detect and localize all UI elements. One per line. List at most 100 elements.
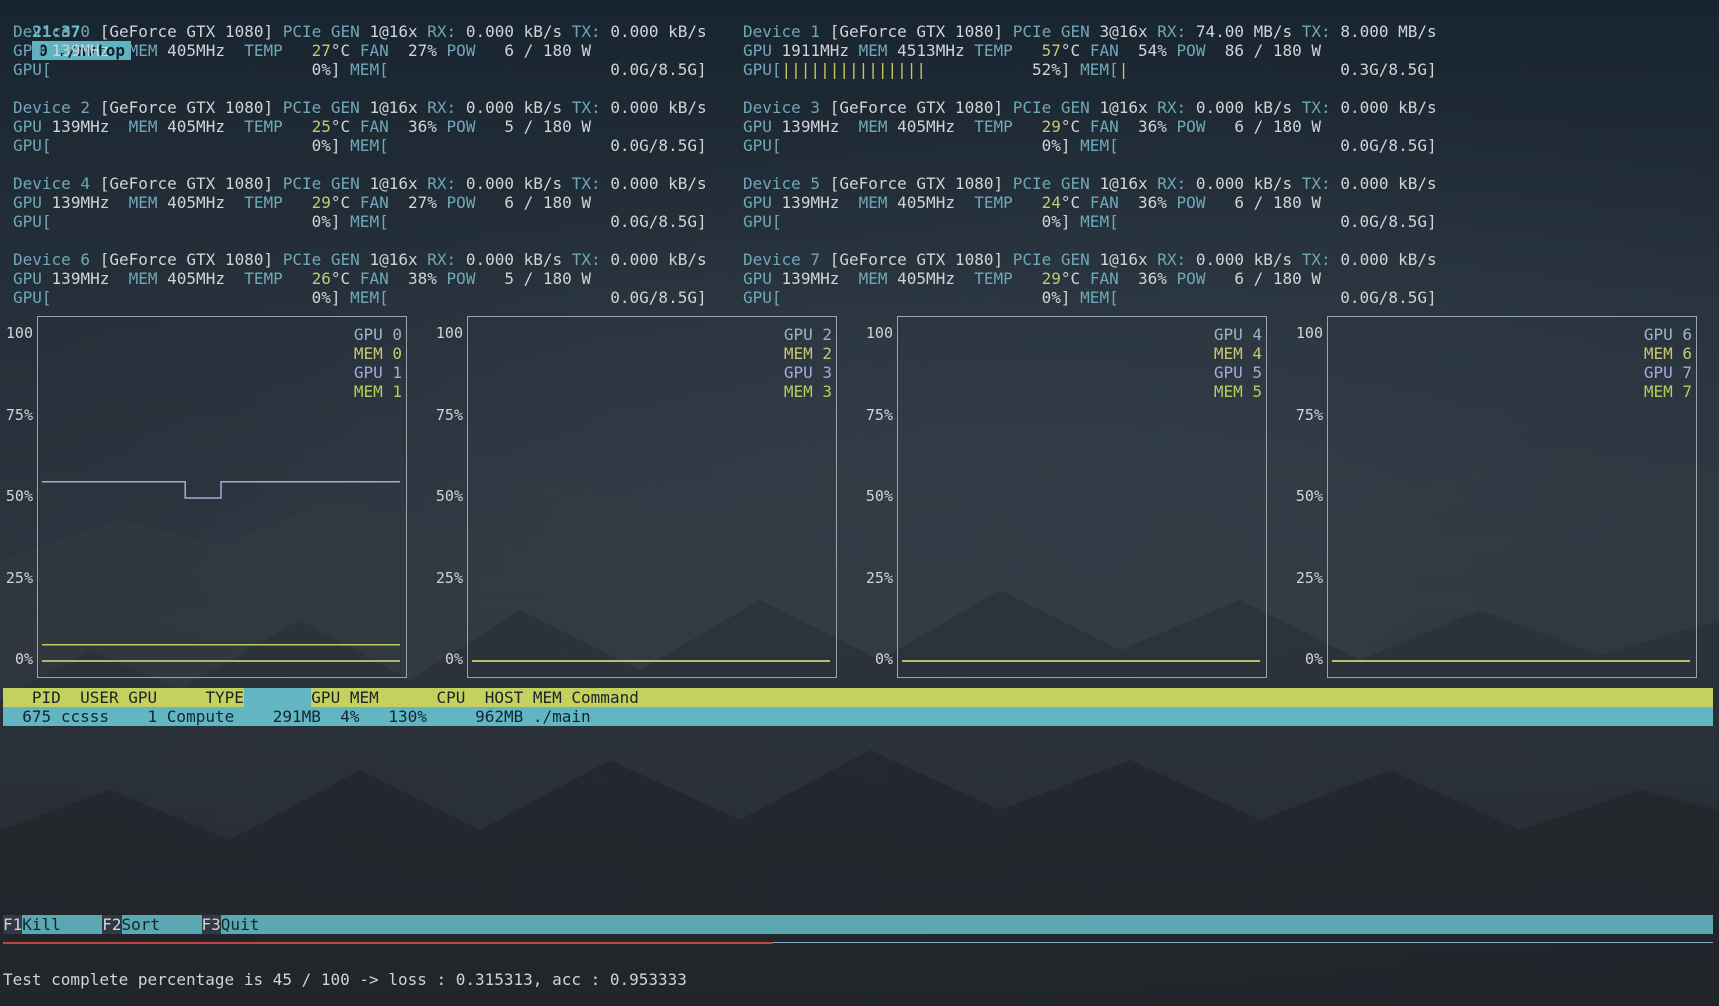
power-label: POW bbox=[446, 269, 476, 288]
temperature: 24 bbox=[1022, 193, 1061, 212]
power-draw: 5 / 180 W bbox=[485, 269, 592, 288]
gpu-util-bar-open: GPU[ bbox=[743, 212, 782, 231]
col-pid[interactable] bbox=[3, 688, 32, 707]
gpu-util-bar bbox=[782, 136, 1042, 155]
device-name: Device 5 bbox=[743, 174, 821, 193]
gpu-util-bar bbox=[782, 288, 1042, 307]
col-gpu[interactable]: GPU bbox=[128, 688, 157, 707]
mem-bar-open: MEM[ bbox=[350, 288, 389, 307]
graph-plot bbox=[1332, 660, 1690, 662]
device-stats-5: GPU 139MHz MEM 405MHz TEMP 24°C FAN 36% … bbox=[743, 193, 1321, 212]
device-model: [GeForce GTX 1080] bbox=[99, 22, 274, 41]
pcie-gen: 1@16x bbox=[1099, 250, 1148, 269]
row-type: Compute bbox=[166, 707, 235, 726]
mem-clock: 405MHz bbox=[167, 269, 245, 288]
device-model: [GeForce GTX 1080] bbox=[829, 174, 1004, 193]
mem-clock: 405MHz bbox=[897, 269, 975, 288]
fan-speed: 36% bbox=[398, 117, 437, 136]
function-key-bar: F1Kill F2Sort F3Quit bbox=[3, 915, 1713, 934]
gpu-clock: 139MHz bbox=[51, 193, 129, 212]
mem-util-bar bbox=[389, 288, 611, 307]
rx-rate: 0.000 kB/s bbox=[1195, 98, 1293, 117]
kill-button[interactable]: Kill bbox=[22, 915, 102, 934]
pcie-label: PCIe bbox=[1012, 174, 1052, 193]
legend-entry: MEM 0 bbox=[353, 344, 402, 363]
rx-label: RX: bbox=[427, 250, 457, 269]
device-stats-6: GPU 139MHz MEM 405MHz TEMP 26°C FAN 38% … bbox=[13, 269, 591, 288]
gpu-util-bar bbox=[52, 60, 312, 79]
y-tick-label: 25% bbox=[1295, 568, 1323, 587]
col-type[interactable]: TYPE bbox=[205, 688, 244, 707]
pcie-label: PCIe bbox=[282, 250, 322, 269]
y-tick-label: 0% bbox=[1304, 650, 1323, 668]
rx-rate: 0.000 kB/s bbox=[465, 174, 563, 193]
progress-bar-fill bbox=[3, 942, 773, 944]
col-command[interactable]: Command bbox=[571, 688, 638, 707]
mem-clock-label: MEM bbox=[128, 117, 158, 136]
gpu-util-bar: ||||||||||||||| bbox=[781, 60, 1032, 79]
mem-util-bar bbox=[389, 60, 611, 79]
col-pid-label[interactable]: PID bbox=[32, 688, 61, 707]
tx-label: TX: bbox=[1301, 250, 1331, 269]
legend-entry: GPU 1 bbox=[353, 363, 402, 382]
mem-used: 0.0G/8.5G] bbox=[1340, 136, 1437, 155]
device-model: [GeForce GTX 1080] bbox=[829, 98, 1004, 117]
table-row[interactable]: 675 ccsss 1 Compute 291MB 4% 130% 962MB … bbox=[3, 707, 1713, 726]
tx-label: TX: bbox=[571, 22, 601, 41]
temperature: 29 bbox=[1022, 269, 1061, 288]
mem-util-bar bbox=[1119, 288, 1341, 307]
device-header-6: Device 6 [GeForce GTX 1080] PCIe GEN 1@1… bbox=[13, 250, 707, 269]
device-header-5: Device 5 [GeForce GTX 1080] PCIe GEN 1@1… bbox=[743, 174, 1437, 193]
device-bars-3: GPU[ 0%] MEM[ 0.0G/8.5G] bbox=[743, 136, 1437, 155]
device-name: Device 1 bbox=[743, 22, 821, 41]
fan-speed: 36% bbox=[1128, 193, 1167, 212]
pcie-label: PCIe bbox=[282, 98, 322, 117]
device-header-7: Device 7 [GeForce GTX 1080] PCIe GEN 1@1… bbox=[743, 250, 1437, 269]
tx-rate: 0.000 kB/s bbox=[1340, 250, 1437, 269]
quit-button[interactable]: Quit bbox=[221, 915, 260, 934]
col-host-mem[interactable]: HOST MEM bbox=[485, 688, 562, 707]
device-bars-5: GPU[ 0%] MEM[ 0.0G/8.5G] bbox=[743, 212, 1437, 231]
legend-entry: MEM 1 bbox=[353, 382, 402, 401]
row-gpu-mem-pct: 4% bbox=[340, 707, 360, 726]
gpu-util-bar-open: GPU[ bbox=[743, 288, 782, 307]
degc-unit: °C bbox=[1060, 117, 1081, 136]
fan-speed: 27% bbox=[398, 41, 437, 60]
col-gpu-mem[interactable]: GPU MEM bbox=[311, 688, 378, 707]
power-draw: 6 / 180 W bbox=[1215, 193, 1322, 212]
y-tick-label: 0% bbox=[14, 650, 33, 668]
utilization-graph-1: GPU 2 MEM 2 GPU 3 MEM 3 bbox=[467, 316, 837, 678]
power-label: POW bbox=[1176, 269, 1206, 288]
row-command: ./main bbox=[532, 707, 591, 726]
y-tick-label: 25% bbox=[5, 568, 33, 587]
sort-button[interactable]: Sort bbox=[122, 915, 202, 934]
tx-rate: 0.000 kB/s bbox=[610, 98, 707, 117]
legend-entry: MEM 6 bbox=[1643, 344, 1692, 363]
device-bars-2: GPU[ 0%] MEM[ 0.0G/8.5G] bbox=[13, 136, 707, 155]
gpu-util-bar-open: GPU[ bbox=[743, 60, 782, 79]
degc-unit: °C bbox=[1060, 41, 1081, 60]
gpu-util-bar bbox=[52, 288, 312, 307]
rx-rate: 0.000 kB/s bbox=[465, 250, 563, 269]
col-user[interactable]: USER bbox=[80, 688, 119, 707]
mem-clock: 4513MHz bbox=[897, 41, 975, 60]
rx-rate: 0.000 kB/s bbox=[1195, 250, 1293, 269]
device-model: [GeForce GTX 1080] bbox=[99, 174, 274, 193]
gpu-clock-label: GPU bbox=[743, 269, 772, 288]
device-model: [GeForce GTX 1080] bbox=[99, 98, 274, 117]
mem-bar-open: MEM[ bbox=[1080, 60, 1119, 79]
gpu-util-bar-open: GPU[ bbox=[13, 212, 52, 231]
f1-key: F1 bbox=[3, 915, 23, 934]
tx-label: TX: bbox=[571, 174, 601, 193]
gpu-clock: 139MHz bbox=[51, 269, 129, 288]
device-stats-7: GPU 139MHz MEM 405MHz TEMP 29°C FAN 36% … bbox=[743, 269, 1321, 288]
device-stats-0: GPU 139MHz MEM 405MHz TEMP 27°C FAN 27% … bbox=[13, 41, 591, 60]
rx-label: RX: bbox=[427, 98, 457, 117]
fan-label: FAN bbox=[359, 117, 389, 136]
y-tick-label: 100 bbox=[5, 324, 33, 342]
fan-label: FAN bbox=[1089, 193, 1119, 212]
gpu-clock: 139MHz bbox=[781, 193, 859, 212]
col-cpu[interactable]: CPU bbox=[437, 688, 466, 707]
legend-entry: MEM 4 bbox=[1213, 344, 1262, 363]
legend-entry: GPU 7 bbox=[1643, 363, 1692, 382]
